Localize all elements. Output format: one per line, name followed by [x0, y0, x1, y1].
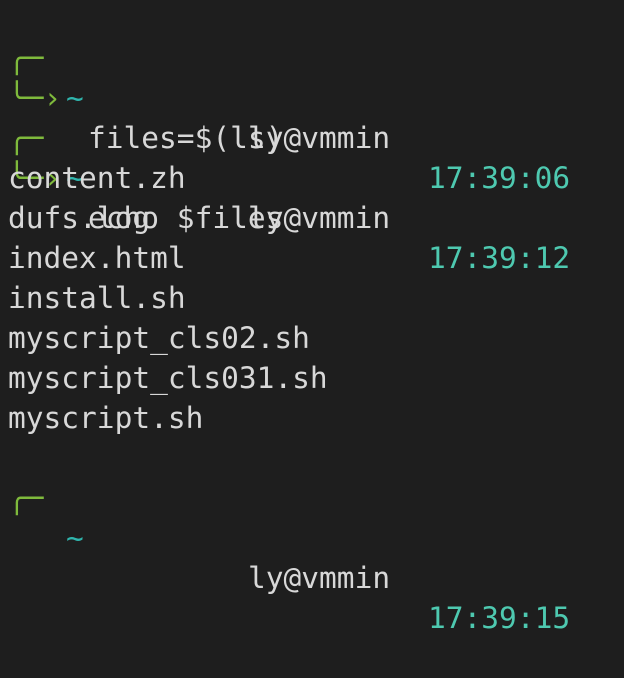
output-line: content.zh	[8, 161, 186, 195]
output-line: myscript_cls02.sh	[8, 321, 310, 355]
prompt-corner-top: ╭─	[8, 481, 44, 515]
prompt-header: ╭─ ~ ly@vmmin 17:39:12	[8, 78, 624, 275]
command-line[interactable]: ╰─› echo $files	[8, 118, 624, 235]
prompt-time: 17:39:15	[428, 601, 571, 635]
output-line: index.html	[8, 241, 186, 275]
output-line: myscript_cls031.sh	[8, 361, 328, 395]
output-line: myscript.sh	[8, 401, 204, 435]
prompt-time: 17:39:12	[428, 241, 571, 275]
prompt-header-partial: ╭─ ~ ly@vmmin 17:39:15	[8, 438, 624, 635]
terminal-window[interactable]: ╭─ ~ ly@vmmin 17:39:06 ╰─› files=$(ls) ╭…	[8, 0, 624, 635]
prompt-path: ~	[66, 521, 84, 555]
prompt-header: ╭─ ~ ly@vmmin 17:39:06	[8, 0, 624, 195]
command-line[interactable]: ╰─› files=$(ls)	[8, 38, 624, 155]
prompt-user-host: ly@vmmin	[248, 561, 391, 595]
output-line: dufs.log	[8, 201, 151, 235]
prompt-time: 17:39:06	[428, 161, 571, 195]
output-line: install.sh	[8, 281, 186, 315]
